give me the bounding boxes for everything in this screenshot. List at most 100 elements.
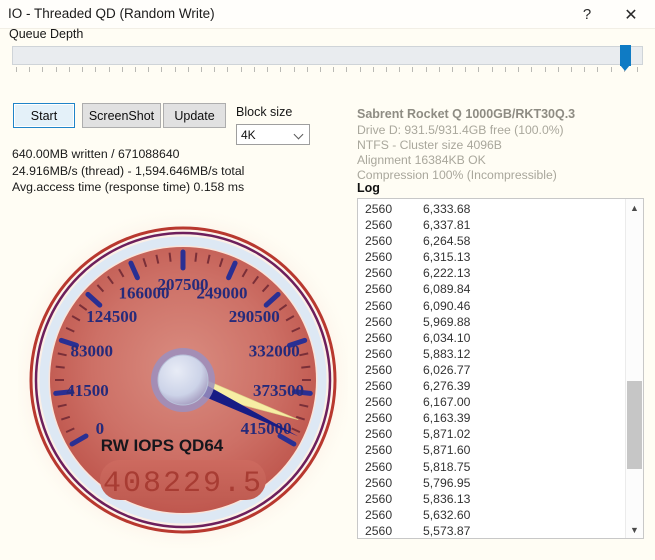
gauge-tick-label: 41500	[66, 381, 109, 400]
log-row: 25605,883.12	[358, 346, 625, 362]
drive-alignment: Alignment 16384KB OK	[357, 153, 647, 168]
gauge-tick-label: 373500	[253, 381, 304, 400]
log-row: 25605,871.02	[358, 426, 625, 442]
log-cell-size: 2560	[365, 201, 423, 217]
log-row: 25606,333.68	[358, 201, 625, 217]
screenshot-button[interactable]: ScreenShot	[82, 103, 161, 128]
slider-thumb[interactable]	[620, 45, 631, 66]
log-row: 25606,337.81	[358, 217, 625, 233]
log-cell-size: 2560	[365, 314, 423, 330]
log-cell-iops: 6,337.81	[423, 217, 470, 233]
log-row: 25606,222.13	[358, 265, 625, 281]
log-cell-iops: 6,163.39	[423, 410, 470, 426]
block-size-select[interactable]: 4K	[236, 124, 310, 145]
close-icon[interactable]: ✕	[609, 0, 653, 29]
log-cell-iops: 5,573.87	[423, 523, 470, 538]
chevron-down-icon	[295, 131, 303, 139]
log-cell-size: 2560	[365, 249, 423, 265]
scroll-up-icon[interactable]: ▲	[626, 199, 643, 216]
drive-filesystem: NTFS - Cluster size 4096B	[357, 138, 647, 153]
log-label: Log	[357, 181, 380, 195]
scroll-down-icon[interactable]: ▼	[626, 521, 643, 538]
stats-access-time: Avg.access time (response time) 0.158 ms	[12, 179, 342, 196]
log-cell-size: 2560	[365, 233, 423, 249]
log-cell-size: 2560	[365, 442, 423, 458]
log-cell-size: 2560	[365, 265, 423, 281]
log-row: 25606,264.58	[358, 233, 625, 249]
update-button[interactable]: Update	[163, 103, 226, 128]
drive-compression: Compression 100% (Incompressible)	[357, 168, 647, 183]
log-row: 25606,026.77	[358, 362, 625, 378]
log-row: 25606,315.13	[358, 249, 625, 265]
gauge-tick-label: 249000	[197, 283, 248, 302]
block-size-value: 4K	[241, 128, 256, 142]
drive-capacity: Drive D: 931.5/931.4GB free (100.0%)	[357, 123, 647, 138]
log-cell-iops: 6,264.58	[423, 233, 470, 249]
log-cell-size: 2560	[365, 491, 423, 507]
log-cell-size: 2560	[365, 330, 423, 346]
log-cell-iops: 5,871.60	[423, 442, 470, 458]
log-cell-size: 2560	[365, 378, 423, 394]
gauge-svg: 0415008300012450016600020750024900029050…	[18, 198, 348, 548]
log-row: 25605,836.13	[358, 491, 625, 507]
log-cell-size: 2560	[365, 281, 423, 297]
block-size-label: Block size	[236, 105, 292, 119]
scrollbar-thumb[interactable]	[627, 381, 642, 469]
log-rows: 25606,333.6825606,337.8125606,264.582560…	[358, 201, 625, 538]
window-title: IO - Threaded QD (Random Write)	[8, 6, 215, 21]
log-cell-iops: 5,632.60	[423, 507, 470, 523]
gauge-tick-label: 332000	[249, 341, 300, 360]
log-cell-iops: 6,333.68	[423, 201, 470, 217]
log-row: 25605,573.87	[358, 523, 625, 538]
log-cell-size: 2560	[365, 410, 423, 426]
help-icon[interactable]: ?	[565, 0, 609, 29]
log-row: 25605,632.60	[358, 507, 625, 523]
log-row: 25605,969.88	[358, 314, 625, 330]
log-cell-iops: 6,167.00	[423, 394, 470, 410]
log-cell-iops: 6,090.46	[423, 298, 470, 314]
log-listbox[interactable]: 25606,333.6825606,337.8125606,264.582560…	[357, 198, 644, 539]
stats-throughput: 24.916MB/s (thread) - 1,594.646MB/s tota…	[12, 163, 342, 180]
log-cell-iops: 6,034.10	[423, 330, 470, 346]
log-cell-size: 2560	[365, 459, 423, 475]
log-cell-iops: 6,222.13	[423, 265, 470, 281]
log-row: 25605,871.60	[358, 442, 625, 458]
log-row: 25606,163.39	[358, 410, 625, 426]
log-row: 25606,089.84	[358, 281, 625, 297]
iops-gauge: 0415008300012450016600020750024900029050…	[18, 198, 348, 548]
log-scrollbar[interactable]: ▲ ▼	[625, 199, 643, 538]
log-cell-iops: 6,089.84	[423, 281, 470, 297]
log-cell-size: 2560	[365, 426, 423, 442]
gauge-tick-label: 124500	[86, 307, 137, 326]
drive-model: Sabrent Rocket Q 1000GB/RKT30Q.3	[357, 107, 575, 121]
log-cell-iops: 5,796.95	[423, 475, 470, 491]
start-button[interactable]: Start	[13, 103, 75, 128]
log-row: 25605,796.95	[358, 475, 625, 491]
log-cell-iops: 6,276.39	[423, 378, 470, 394]
stats-block: 640.00MB written / 671088640 24.916MB/s …	[12, 146, 342, 196]
log-cell-iops: 5,871.02	[423, 426, 470, 442]
log-cell-size: 2560	[365, 507, 423, 523]
slider-track[interactable]	[12, 46, 643, 65]
log-cell-iops: 5,883.12	[423, 346, 470, 362]
log-cell-iops: 6,315.13	[423, 249, 470, 265]
window-title-bar: IO - Threaded QD (Random Write) ? ✕	[0, 0, 655, 29]
log-cell-size: 2560	[365, 298, 423, 314]
log-row: 25606,276.39	[358, 378, 625, 394]
gauge-tick-label: 290500	[229, 307, 280, 326]
log-row: 25606,034.10	[358, 330, 625, 346]
log-cell-iops: 5,969.88	[423, 314, 470, 330]
gauge-tick-label: 83000	[70, 341, 113, 360]
stats-written: 640.00MB written / 671088640	[12, 146, 342, 163]
log-row: 25606,090.46	[358, 298, 625, 314]
queue-depth-slider[interactable]	[12, 46, 643, 76]
log-row: 25606,167.00	[358, 394, 625, 410]
log-cell-size: 2560	[365, 346, 423, 362]
log-cell-iops: 6,026.77	[423, 362, 470, 378]
log-cell-size: 2560	[365, 475, 423, 491]
log-cell-size: 2560	[365, 394, 423, 410]
log-cell-size: 2560	[365, 217, 423, 233]
log-cell-iops: 5,818.75	[423, 459, 470, 475]
slider-ticks	[12, 67, 643, 74]
lcd-readout: 408229.5	[103, 467, 263, 501]
